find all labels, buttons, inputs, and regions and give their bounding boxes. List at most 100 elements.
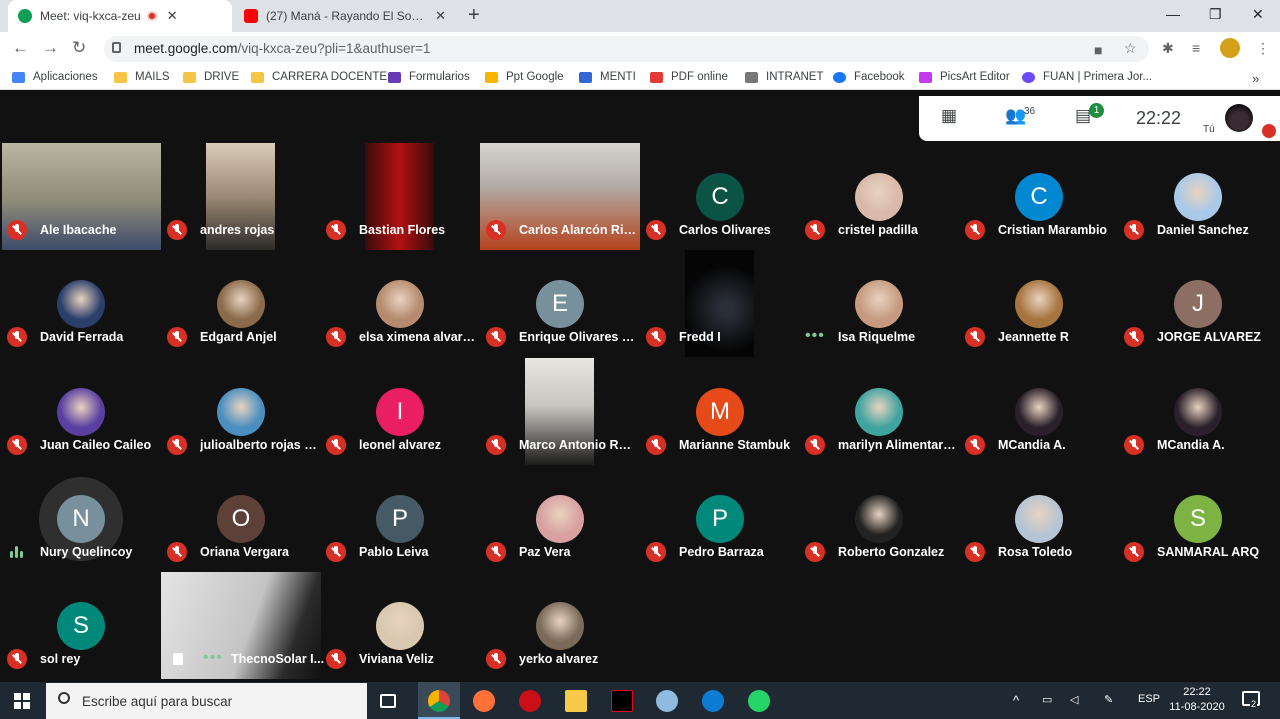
more-bookmarks-icon[interactable]: »	[1252, 71, 1259, 86]
participant-tile[interactable]: P Pablo Leiva	[320, 465, 480, 572]
participant-avatar	[855, 388, 903, 436]
participant-name: leonel alvarez	[359, 438, 441, 452]
participant-tile[interactable]: Marco Antonio Roj...	[480, 358, 640, 465]
forward-button[interactable]: →	[42, 38, 59, 58]
taskbar-search-box[interactable]: Escribe aquí para buscar	[46, 683, 367, 719]
netflix-icon[interactable]	[611, 690, 633, 712]
participant-tile[interactable]: cristel padilla	[799, 143, 959, 250]
bookmark-fuan[interactable]: FUAN | Primera Jor...	[1022, 71, 1152, 83]
bookmark-carrera-docente[interactable]: CARRERA DOCENTE	[251, 71, 387, 83]
participant-tile[interactable]: C Carlos Olivares	[640, 143, 800, 250]
back-button[interactable]: ←	[12, 38, 29, 58]
participant-tile[interactable]: J JORGE ALVAREZ	[1118, 250, 1278, 357]
search-placeholder: Escribe aquí para buscar	[82, 694, 233, 709]
participant-avatar: S	[1174, 495, 1222, 543]
mic-off-icon	[486, 327, 506, 347]
edge-icon[interactable]	[702, 690, 724, 712]
participant-tile[interactable]: Jeannette R	[959, 250, 1119, 357]
participant-tile[interactable]: Carlos Alarcón Riq...	[480, 143, 640, 250]
task-view-icon[interactable]	[380, 694, 396, 708]
participant-tile[interactable]: Fredd I	[640, 250, 800, 357]
chrome-icon[interactable]	[428, 690, 450, 712]
bookmark-formularios[interactable]: Formularios	[388, 71, 470, 83]
bookmark-aplicaciones[interactable]: Aplicaciones	[12, 71, 98, 83]
file-explorer-icon[interactable]	[565, 690, 587, 712]
mic-off-icon	[646, 220, 666, 240]
new-tab-button[interactable]: +	[468, 4, 480, 27]
bookmark-picsart[interactable]: PicsArt Editor	[919, 71, 1010, 83]
participant-tile[interactable]: marilyn Alimentari...	[799, 358, 959, 465]
participant-tile[interactable]: elsa ximena alvare...	[320, 250, 480, 357]
bookmark-mails[interactable]: MAILS	[114, 71, 170, 83]
tab-meet[interactable]: Meet: viq-kxca-zeu ✕	[8, 0, 232, 32]
participant-tile[interactable]: ••• Isa Riquelme	[799, 250, 959, 357]
extensions-icon[interactable]: ✱	[1162, 40, 1174, 57]
menu-icon[interactable]: ⋮	[1256, 40, 1270, 57]
bookmark-ppt-google[interactable]: Ppt Google	[485, 71, 564, 83]
bookmark-intranet[interactable]: INTRANET	[745, 71, 824, 83]
tray-chevron-icon[interactable]: ^	[1013, 693, 1019, 708]
profile-avatar[interactable]	[1220, 38, 1240, 58]
menti-icon	[579, 71, 592, 83]
tab-youtube[interactable]: (27) Maná - Rayando El Sol (feat. ✕	[234, 0, 456, 32]
grid-view-icon[interactable]: ▦	[941, 106, 957, 126]
close-tab-icon[interactable]: ✕	[435, 8, 446, 24]
participant-tile[interactable]: Ale Ibacache	[1, 143, 161, 250]
participant-tile[interactable]: julioalberto rojas r...	[161, 358, 321, 465]
participant-tile[interactable]: C Cristian Marambio	[959, 143, 1119, 250]
participant-tile[interactable]: andres rojas	[161, 143, 321, 250]
bookmark-drive[interactable]: DRIVE	[183, 71, 239, 83]
media-icon[interactable]: ≡	[1192, 40, 1200, 56]
participant-tile[interactable]: Roberto Gonzalez	[799, 465, 959, 572]
participant-tile[interactable]: E Enrique Olivares S...	[480, 250, 640, 357]
bookmark-menti[interactable]: MENTI	[579, 71, 636, 83]
maximize-button[interactable]: ❐	[1209, 6, 1222, 23]
taskbar-clock[interactable]: 22:22 11-08-2020	[1166, 685, 1228, 715]
start-button[interactable]	[14, 693, 30, 709]
participant-tile[interactable]: Daniel Sanchez	[1118, 143, 1278, 250]
participant-tile[interactable]: Rosa Toledo	[959, 465, 1119, 572]
people-icon[interactable]: 👥	[1005, 106, 1026, 126]
opera-icon[interactable]	[519, 690, 541, 712]
bookmark-facebook[interactable]: Facebook	[833, 71, 905, 83]
participant-tile[interactable]: Ileonel alvarez	[320, 358, 480, 465]
participant-tile[interactable]: David Ferrada	[1, 250, 161, 357]
pen-icon[interactable]: ✎	[1104, 693, 1113, 706]
participant-tile[interactable]: Paz Vera	[480, 465, 640, 572]
windows-taskbar: Escribe aquí para buscar ^ ▭ ◁ ✎ ESP 22:…	[0, 682, 1280, 719]
participant-tile[interactable]: S SANMARAL ARQ	[1118, 465, 1278, 572]
volume-icon[interactable]: ◁	[1070, 693, 1078, 706]
participant-tile[interactable]: Viviana Veliz	[320, 572, 480, 679]
camera-icon[interactable]: ■	[1094, 42, 1102, 58]
close-tab-icon[interactable]: ✕	[167, 8, 178, 24]
participant-name: Cristian Marambio	[998, 223, 1108, 237]
participant-tile[interactable]: N Nury Quelincoy	[1, 465, 161, 572]
star-icon[interactable]: ☆	[1124, 40, 1137, 57]
paint-icon[interactable]	[656, 690, 678, 712]
participant-tile[interactable]: MCandia A.	[1118, 358, 1278, 465]
more-options-icon[interactable]: •••	[203, 650, 223, 666]
address-bar[interactable]: meet.google.com/viq-kxca-zeu?pli=1&authu…	[104, 36, 1149, 62]
participant-tile[interactable]: Juan Caileo Caileo	[1, 358, 161, 465]
participant-name: Isa Riquelme	[838, 330, 916, 344]
minimize-button[interactable]: —	[1166, 6, 1180, 22]
participant-tile[interactable]: M Marianne Stambuk	[640, 358, 800, 465]
participant-tile[interactable]: Bastian Flores	[320, 143, 480, 250]
participant-avatar: E	[536, 280, 584, 328]
close-window-button[interactable]: ✕	[1252, 6, 1264, 23]
self-avatar[interactable]	[1225, 104, 1253, 132]
participant-tile[interactable]: ••• ThecnoSolar I...	[161, 572, 324, 679]
participant-tile[interactable]: P Pedro Barraza	[640, 465, 800, 572]
participant-tile[interactable]: Ssol rey	[1, 572, 161, 679]
participant-tile[interactable]: Edgard Anjel	[161, 250, 321, 357]
bookmark-pdf-online[interactable]: PDF online	[650, 71, 728, 83]
language-indicator[interactable]: ESP	[1138, 693, 1160, 705]
participant-tile[interactable]: yerko alvarez	[480, 572, 640, 679]
whatsapp-icon[interactable]	[748, 690, 770, 712]
participant-tile[interactable]: O Oriana Vergara	[161, 465, 321, 572]
battery-icon[interactable]: ▭	[1042, 693, 1052, 706]
firefox-icon[interactable]	[473, 690, 495, 712]
participant-avatar: J	[1174, 280, 1222, 328]
reload-button[interactable]: ↻	[72, 38, 86, 58]
participant-tile[interactable]: MCandia A.	[959, 358, 1119, 465]
